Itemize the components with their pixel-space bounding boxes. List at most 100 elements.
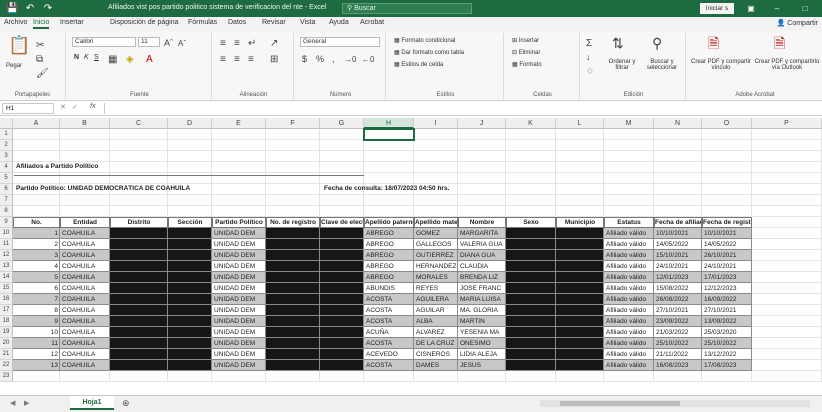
grid-cell[interactable] <box>364 140 414 151</box>
redacted-cell[interactable] <box>556 250 604 261</box>
table-cell-am[interactable]: GOMEZ <box>414 228 458 239</box>
column-header-m[interactable]: M <box>604 118 654 129</box>
tab-vista[interactable]: Vista <box>300 19 315 26</box>
table-cell-partido[interactable]: UNIDAD DEM <box>212 239 266 250</box>
table-cell-estatus[interactable]: Afiliado válido <box>604 305 654 316</box>
table-cell-no[interactable]: 8 <box>13 305 60 316</box>
column-header-n[interactable]: N <box>654 118 702 129</box>
grid-cell[interactable] <box>320 162 364 173</box>
table-cell-no[interactable]: 9 <box>13 316 60 327</box>
format-table-button[interactable]: ▦ Dar formato como tabla <box>394 49 464 56</box>
redacted-cell[interactable] <box>506 228 556 239</box>
grid-cell[interactable] <box>752 250 822 261</box>
grid-cell[interactable] <box>506 184 556 195</box>
grid-cell[interactable] <box>414 140 458 151</box>
sign-in-button[interactable]: Iniciar s <box>700 3 734 14</box>
table-cell-fr[interactable]: 17/01/2023 <box>702 272 752 283</box>
grid-cell[interactable] <box>702 129 752 140</box>
grid-cell[interactable] <box>702 140 752 151</box>
grid-cell[interactable] <box>364 162 414 173</box>
table-cell-am[interactable]: DE LA CRUZ <box>414 338 458 349</box>
cell-styles-button[interactable]: ▦ Estilos de celda <box>394 61 443 68</box>
grid-cell[interactable] <box>320 206 364 217</box>
grid-cell[interactable] <box>752 294 822 305</box>
redacted-cell[interactable] <box>556 228 604 239</box>
row-header-6[interactable]: 6 <box>0 184 13 195</box>
grid-cell[interactable] <box>110 195 168 206</box>
table-cell-entidad[interactable]: COAHUILA <box>60 349 110 360</box>
table-cell-entidad[interactable]: COAHUILA <box>60 316 110 327</box>
table-cell-fa[interactable]: 14/05/2022 <box>654 239 702 250</box>
grid-cell[interactable] <box>604 195 654 206</box>
column-header-g[interactable]: G <box>320 118 364 129</box>
table-cell-partido[interactable]: UNIDAD DEM <box>212 228 266 239</box>
autosum-icon[interactable]: Σ <box>586 37 592 50</box>
table-cell-nombre[interactable]: MARGARITA <box>458 228 506 239</box>
grid-cell[interactable] <box>506 129 556 140</box>
column-header-e[interactable]: E <box>212 118 266 129</box>
grid-cell[interactable] <box>506 371 556 382</box>
bold-button[interactable]: N <box>74 54 79 61</box>
redacted-cell[interactable] <box>168 239 212 250</box>
redacted-cell[interactable] <box>320 349 364 360</box>
tab-ayuda[interactable]: Ayuda <box>329 19 349 26</box>
table-cell-nombre[interactable]: DIANA GUA <box>458 250 506 261</box>
table-header-cell[interactable]: Entidad <box>60 217 110 228</box>
align-center-icon[interactable]: ≡ <box>234 53 240 66</box>
redacted-cell[interactable] <box>110 305 168 316</box>
selected-cell-h1[interactable] <box>363 128 415 141</box>
grid-cell[interactable] <box>212 129 266 140</box>
table-cell-fr[interactable]: 14/05/2022 <box>702 239 752 250</box>
table-cell-fr[interactable]: 10/10/2021 <box>702 228 752 239</box>
redacted-cell[interactable] <box>168 327 212 338</box>
row-header-7[interactable]: 7 <box>0 195 13 206</box>
grid-cell[interactable] <box>320 129 364 140</box>
redacted-cell[interactable] <box>168 261 212 272</box>
horizontal-scrollbar[interactable] <box>540 400 810 407</box>
redacted-cell[interactable] <box>266 360 320 371</box>
wrap-text-icon[interactable]: ↵ <box>248 37 256 50</box>
redacted-cell[interactable] <box>506 360 556 371</box>
comma-icon[interactable]: , <box>332 53 335 66</box>
grid-cell[interactable] <box>414 162 458 173</box>
table-cell-ap[interactable]: ABREGO <box>364 272 414 283</box>
increase-decimal-icon[interactable]: →0 <box>344 53 356 66</box>
grid-cell[interactable] <box>458 162 506 173</box>
table-cell-estatus[interactable]: Afiliado válido <box>604 360 654 371</box>
paste-icon[interactable]: 📋 <box>8 36 30 54</box>
row-header-17[interactable]: 17 <box>0 305 13 316</box>
grid-cell[interactable] <box>168 371 212 382</box>
select-all-corner[interactable] <box>0 118 13 129</box>
format-cells-button[interactable]: ▦ Formato <box>512 61 542 68</box>
redacted-cell[interactable] <box>320 272 364 283</box>
grid-cell[interactable] <box>556 371 604 382</box>
grid-cell[interactable] <box>604 206 654 217</box>
table-cell-no[interactable]: 7 <box>13 294 60 305</box>
table-cell-am[interactable]: HERNANDEZ <box>414 261 458 272</box>
grid-cell[interactable] <box>702 173 752 184</box>
grid-cell[interactable] <box>458 129 506 140</box>
redacted-cell[interactable] <box>556 294 604 305</box>
redacted-cell[interactable] <box>506 349 556 360</box>
grid-cell[interactable] <box>266 140 320 151</box>
table-cell-ap[interactable]: ACOSTA <box>364 305 414 316</box>
grid-cell[interactable] <box>212 195 266 206</box>
column-header-p[interactable]: P <box>752 118 822 129</box>
grid-cell[interactable] <box>752 371 822 382</box>
grid-cell[interactable] <box>556 129 604 140</box>
row-header-22[interactable]: 22 <box>0 360 13 371</box>
grid-cell[interactable] <box>702 151 752 162</box>
table-cell-nombre[interactable]: CLAUDIA <box>458 261 506 272</box>
row-header-10[interactable]: 10 <box>0 228 13 239</box>
grid-cell[interactable] <box>168 206 212 217</box>
redacted-cell[interactable] <box>556 272 604 283</box>
grid-cell[interactable] <box>364 371 414 382</box>
table-cell-fr[interactable]: 24/10/2021 <box>702 261 752 272</box>
table-cell-entidad[interactable]: COAHUILA <box>60 305 110 316</box>
grid-cell[interactable] <box>702 206 752 217</box>
row-header-9[interactable]: 9 <box>0 217 13 228</box>
row-header-4[interactable]: 4 <box>0 162 13 173</box>
redacted-cell[interactable] <box>506 272 556 283</box>
grid-cell[interactable] <box>702 195 752 206</box>
table-cell-partido[interactable]: UNIDAD DEM <box>212 349 266 360</box>
